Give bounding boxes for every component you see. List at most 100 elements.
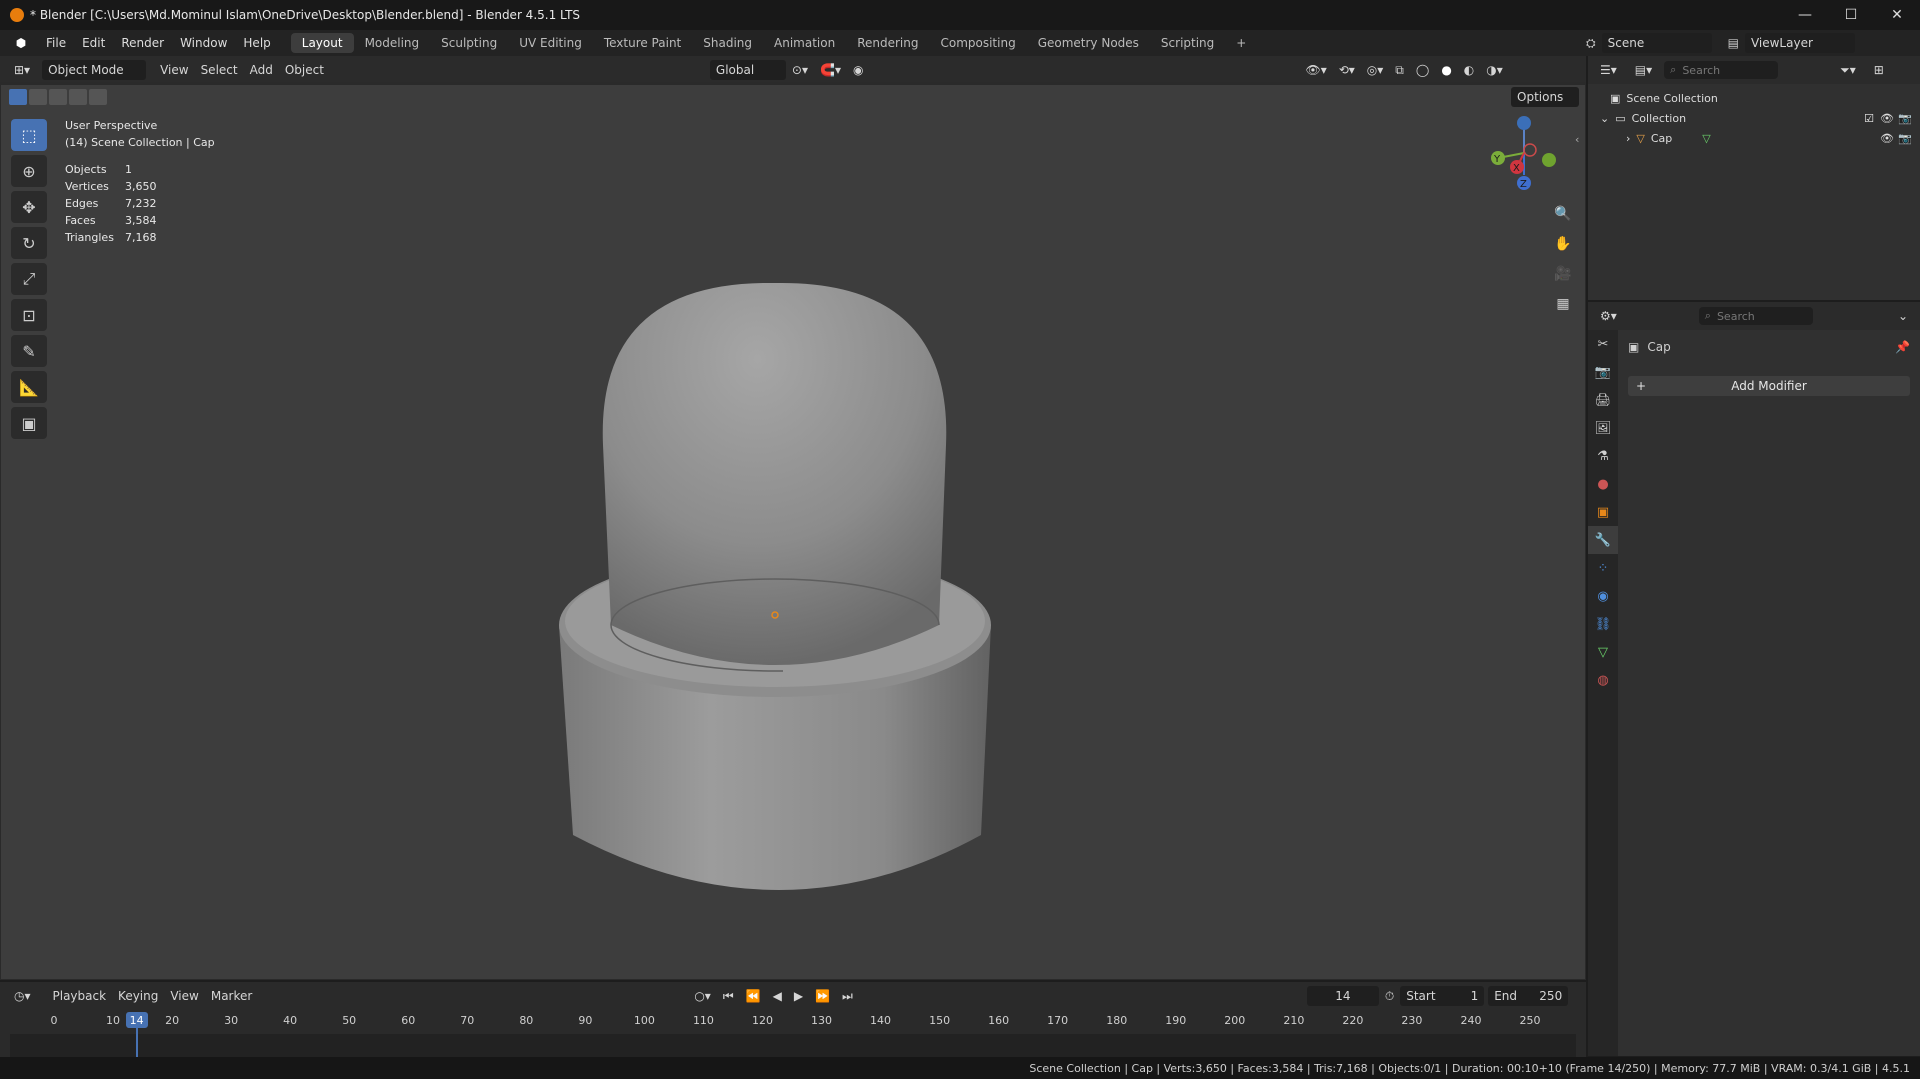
timeline-track[interactable]: [10, 1034, 1576, 1058]
tab-rendering[interactable]: Rendering: [846, 33, 929, 53]
expand-arrow-icon[interactable]: ⌄: [1600, 112, 1609, 125]
menu-help[interactable]: Help: [235, 36, 278, 50]
snap-icon[interactable]: 🧲▾: [814, 60, 847, 80]
mode-selector[interactable]: Object Mode: [42, 60, 147, 80]
navigation-gizmo[interactable]: Y X Z: [1481, 115, 1571, 195]
output-tab-icon[interactable]: 🖨: [1588, 386, 1618, 414]
view-layer-selector[interactable]: ViewLayer: [1744, 33, 1855, 53]
tab-geometry-nodes[interactable]: Geometry Nodes: [1027, 33, 1150, 53]
timeline-editor-type-icon[interactable]: ◷▾: [8, 986, 37, 1006]
select-box-tool-icon[interactable]: ⬚: [11, 119, 47, 151]
world-tab-icon[interactable]: ●: [1588, 470, 1618, 498]
minimize-button[interactable]: —: [1782, 0, 1828, 30]
material-shading-icon[interactable]: ◐: [1458, 60, 1480, 80]
overlay-toggle-icon[interactable]: ◎▾: [1361, 60, 1390, 80]
tab-sculpting[interactable]: Sculpting: [430, 33, 508, 53]
tab-texture-paint[interactable]: Texture Paint: [593, 33, 692, 53]
transform-tool-icon[interactable]: ⊡: [11, 299, 47, 331]
play-icon[interactable]: ▶: [788, 986, 809, 1006]
cursor-tool-icon[interactable]: ⊕: [11, 155, 47, 187]
jump-start-icon[interactable]: ⏮: [717, 986, 740, 1006]
visibility-icon[interactable]: 👁▾: [1299, 60, 1332, 80]
cap-mesh[interactable]: [541, 185, 1021, 945]
stopwatch-icon[interactable]: ⏱: [1379, 986, 1400, 1006]
outliner-type-icon[interactable]: ☰▾: [1594, 60, 1623, 80]
tab-uv-editing[interactable]: UV Editing: [508, 33, 593, 53]
object-tab-icon[interactable]: ▣: [1588, 498, 1618, 526]
rendered-shading-icon[interactable]: ◑▾: [1480, 60, 1509, 80]
properties-options-icon[interactable]: ⌄: [1892, 306, 1914, 326]
tab-animation[interactable]: Animation: [763, 33, 846, 53]
maximize-button[interactable]: ☐: [1828, 0, 1874, 30]
display-mode-icon[interactable]: ▤▾: [1629, 60, 1658, 80]
physics-tab-icon[interactable]: ◉: [1588, 582, 1618, 610]
menu-render[interactable]: Render: [113, 36, 172, 50]
collection-row[interactable]: ⌄ ▭ Collection ☑ 👁 📷: [1600, 108, 1920, 128]
add-cube-tool-icon[interactable]: ▣: [11, 407, 47, 439]
camera-view-icon[interactable]: 🎥: [1552, 263, 1574, 285]
exclude-checkbox[interactable]: ☑: [1864, 112, 1874, 125]
select-extend-icon[interactable]: [29, 89, 47, 105]
jump-end-icon[interactable]: ⏭: [836, 986, 859, 1006]
collapse-sidebar-icon[interactable]: ‹: [1575, 133, 1579, 146]
select-subtract-icon[interactable]: [49, 89, 67, 105]
measure-tool-icon[interactable]: 📐: [11, 371, 47, 403]
menu-file[interactable]: File: [38, 36, 74, 50]
visibility-eye-icon[interactable]: 👁: [1880, 132, 1894, 145]
add-menu[interactable]: Add: [244, 60, 279, 80]
material-tab-icon[interactable]: ◍: [1588, 666, 1618, 694]
add-modifier-button[interactable]: + Add Modifier: [1628, 376, 1910, 396]
blender-menu-icon[interactable]: ⬢: [10, 35, 32, 51]
tool-tab-icon[interactable]: ✂: [1588, 330, 1618, 358]
properties-type-icon[interactable]: ⚙▾: [1594, 306, 1623, 326]
pin-icon[interactable]: 📌: [1895, 340, 1910, 354]
current-frame-field[interactable]: 14: [1306, 986, 1379, 1006]
pan-hand-icon[interactable]: ✋: [1552, 233, 1574, 255]
render-tab-icon[interactable]: 📷: [1588, 358, 1618, 386]
select-menu[interactable]: Select: [195, 60, 244, 80]
rotate-tool-icon[interactable]: ↻: [11, 227, 47, 259]
jump-key-forward-icon[interactable]: ⏩: [809, 986, 836, 1006]
playhead[interactable]: 14: [125, 1012, 148, 1028]
properties-search-input[interactable]: ⌕ Search: [1698, 307, 1813, 325]
move-tool-icon[interactable]: ✥: [11, 191, 47, 223]
scene-tab-icon[interactable]: ⚗: [1588, 442, 1618, 470]
view-layer-tab-icon[interactable]: 🖼: [1588, 414, 1618, 442]
object-menu[interactable]: Object: [279, 60, 330, 80]
tab-modeling[interactable]: Modeling: [354, 33, 431, 53]
3d-viewport[interactable]: Options ⬚ ⊕ ✥ ↻ ⤢ ⊡ ✎ 📐 ▣ User Perspecti…: [0, 84, 1586, 980]
view-menu[interactable]: View: [154, 60, 194, 80]
xray-toggle-icon[interactable]: ⧉: [1389, 60, 1410, 80]
modifier-tab-icon[interactable]: 🔧: [1588, 526, 1618, 554]
annotate-tool-icon[interactable]: ✎: [11, 335, 47, 367]
pivot-icon[interactable]: ⊙▾: [786, 60, 814, 80]
playback-menu[interactable]: Playback: [47, 986, 113, 1006]
jump-key-back-icon[interactable]: ⏪: [740, 986, 767, 1006]
options-dropdown[interactable]: Options: [1511, 87, 1579, 107]
solid-shading-icon[interactable]: ●: [1435, 60, 1457, 80]
scene-collection-row[interactable]: ▣ Scene Collection: [1610, 88, 1920, 108]
visibility-eye-icon[interactable]: 👁: [1880, 112, 1894, 125]
gizmo-toggle-icon[interactable]: ⟲▾: [1333, 60, 1361, 80]
ortho-grid-icon[interactable]: ▦: [1552, 293, 1574, 315]
scale-tool-icon[interactable]: ⤢: [11, 263, 47, 295]
expand-arrow-icon[interactable]: ›: [1626, 132, 1630, 145]
marker-menu[interactable]: Marker: [205, 986, 258, 1006]
select-intersect-icon[interactable]: [89, 89, 107, 105]
transform-orientation[interactable]: Global: [709, 60, 786, 80]
select-invert-icon[interactable]: [69, 89, 87, 105]
zoom-icon[interactable]: 🔍: [1552, 203, 1574, 225]
menu-edit[interactable]: Edit: [74, 36, 113, 50]
frame-ruler[interactable]: 0 10 20 30 40 50 60 70 80 90 100 110 120 130 140 150 160…: [10, 1010, 1576, 1032]
particles-tab-icon[interactable]: ⁘: [1588, 554, 1618, 582]
tab-compositing[interactable]: Compositing: [929, 33, 1026, 53]
editor-type-icon[interactable]: ⊞▾: [8, 60, 36, 80]
object-row[interactable]: › ▽ Cap ▽ 👁 📷: [1610, 128, 1920, 148]
tab-layout[interactable]: Layout: [290, 33, 354, 53]
menu-window[interactable]: Window: [172, 36, 235, 50]
constraints-tab-icon[interactable]: ⛓: [1588, 610, 1618, 638]
scene-selector[interactable]: Scene: [1601, 33, 1712, 53]
tab-shading[interactable]: Shading: [692, 33, 763, 53]
keying-menu[interactable]: Keying: [112, 986, 164, 1006]
end-frame-field[interactable]: End 250: [1488, 986, 1569, 1006]
